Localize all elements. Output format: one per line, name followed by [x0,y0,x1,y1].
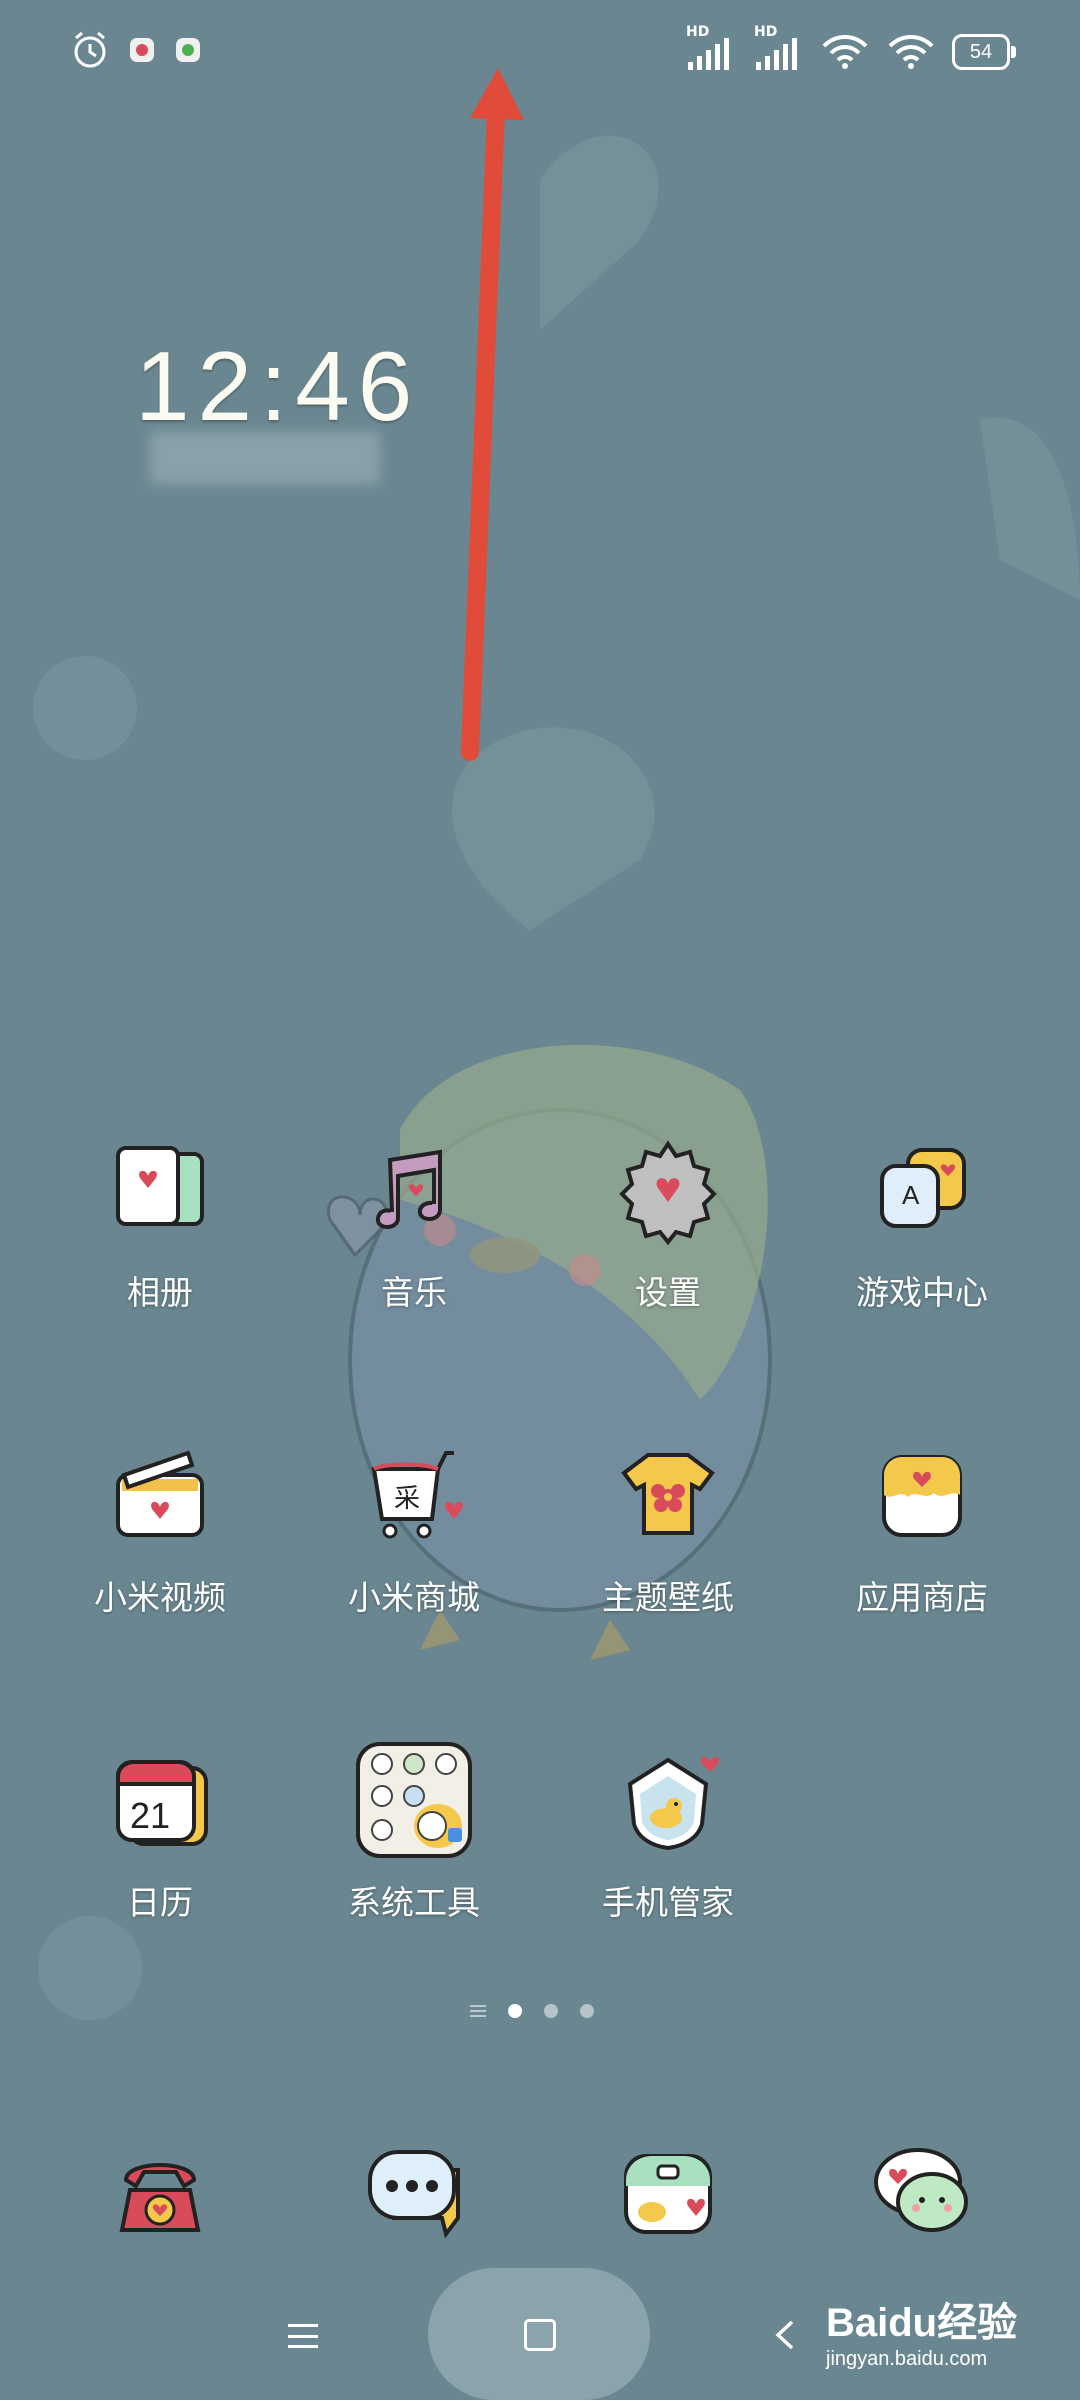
app-store-icon [882,1455,962,1537]
watermark-url: jingyan.baidu.com [826,2348,988,2370]
app-label: 手机管家 [602,1883,734,1922]
back-button[interactable] [770,2320,800,2350]
recent-apps-button[interactable] [288,2324,318,2348]
app-gallery[interactable]: 相册 [40,1130,280,1314]
game-center-icon: A [880,1148,966,1228]
app-mi-video[interactable]: 小米视频 [40,1435,280,1619]
camera-icon [624,2154,712,2234]
swipe-up-arrow-annotation [461,68,524,761]
app-label: 日历 [127,1883,193,1922]
app-music[interactable]: 音乐 [294,1130,534,1314]
page-dot [544,2004,558,2018]
video-icon [116,1450,204,1537]
app-app-store[interactable]: 应用商店 [802,1435,1042,1619]
app-game-center[interactable]: A 游戏中心 [802,1130,1042,1314]
theme-shirt-icon [621,1453,715,1535]
svg-text:采: 采 [394,1484,420,1514]
svg-text:A: A [902,1180,920,1210]
app-label: 应用商店 [856,1578,988,1617]
app-label: 音乐 [381,1273,447,1312]
app-label: 系统工具 [348,1883,480,1922]
page-list-icon [470,2005,486,2017]
folder-icon [356,1742,472,1858]
app-mi-store[interactable]: 采 小米商城 [294,1435,534,1619]
watermark-brand: Baidu经验 [826,2301,1018,2345]
home-icon [524,2319,556,2351]
app-themes[interactable]: 主题壁纸 [548,1435,788,1619]
page-dot-active [508,2004,522,2018]
app-label: 主题壁纸 [602,1578,734,1617]
chat-bubble-icon [874,2148,968,2232]
baidu-watermark: Baidu经验 jingyan.baidu.com [826,2290,1066,2390]
dock-phone[interactable] [40,2130,280,2254]
shop-cart-icon: 采 [371,1451,463,1539]
page-indicator[interactable] [470,2004,594,2018]
dock-chat[interactable] [802,2130,1042,2254]
app-settings[interactable]: 设置 [548,1130,788,1314]
dock-messages[interactable] [294,2130,534,2254]
page-dot [580,2004,594,2018]
app-calendar[interactable]: 21 日历 [40,1740,280,1924]
music-icon [375,1149,442,1229]
app-security[interactable]: 手机管家 [548,1740,788,1924]
svg-text:21: 21 [130,1795,170,1836]
gallery-icon [116,1146,204,1226]
security-icon [627,1756,719,1851]
app-folder-system-tools[interactable]: 系统工具 [294,1740,534,1924]
settings-gear-icon [619,1140,717,1246]
app-label: 小米视频 [94,1578,226,1617]
dock-camera[interactable] [548,2130,788,2254]
app-label: 小米商城 [348,1578,480,1617]
app-label: 设置 [635,1273,701,1312]
app-label: 游戏中心 [856,1273,988,1312]
messages-icon [368,2150,460,2239]
home-button[interactable] [428,2268,650,2400]
calendar-icon: 21 [116,1760,208,1846]
app-label: 相册 [127,1273,193,1312]
phone-icon [119,2163,201,2232]
